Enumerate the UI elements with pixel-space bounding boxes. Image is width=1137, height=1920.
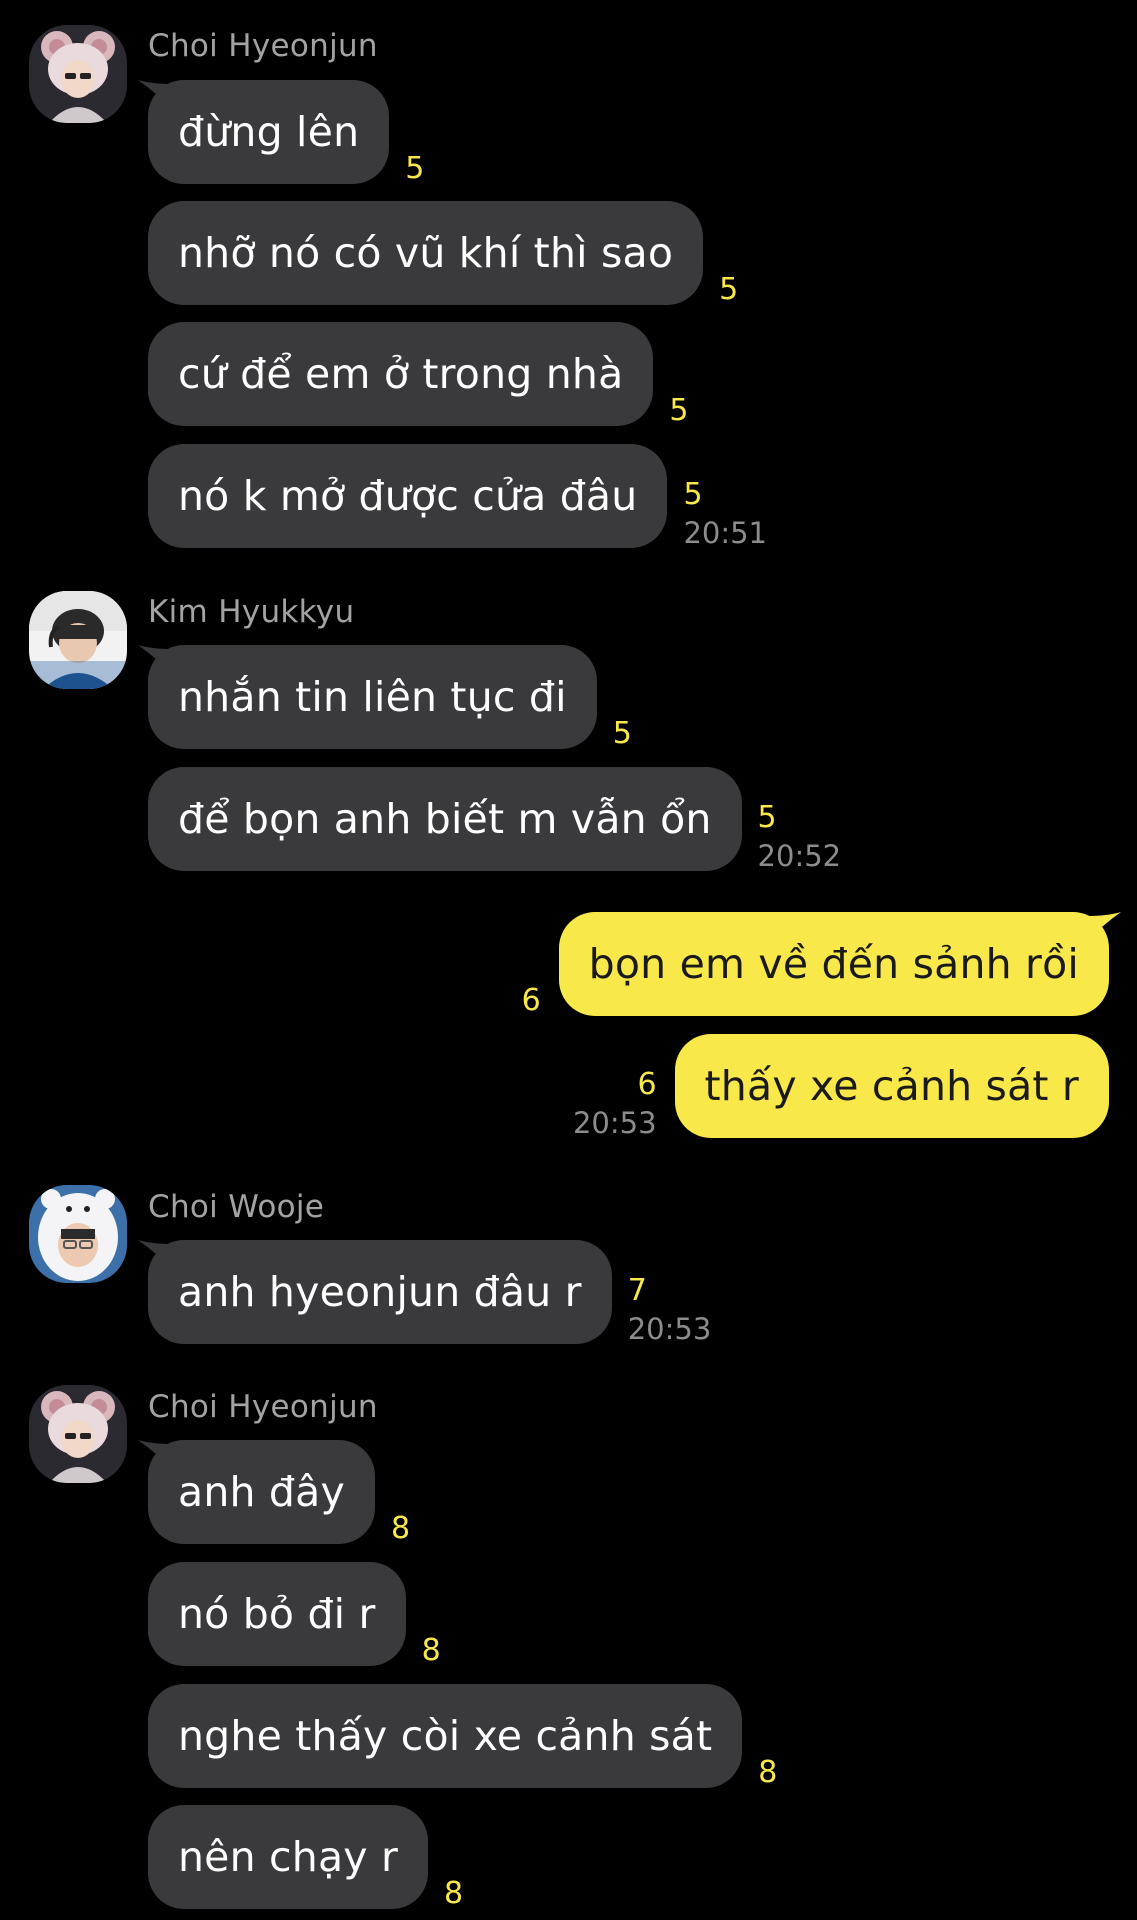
message-bubble[interactable]: nó k mở được cửa đâu <box>148 444 668 548</box>
bubble-tail-icon <box>138 645 172 675</box>
avatar-choi-wooje-icon[interactable] <box>29 1185 127 1283</box>
message-bubble[interactable]: anh hyeonjun đâu r <box>138 1240 612 1344</box>
message-bubble[interactable]: cứ để em ở trong nhà <box>148 322 654 426</box>
message-text: anh đây <box>178 1468 345 1516</box>
unread-count: 8 <box>421 1633 441 1668</box>
message-text: bọn em về đến sảnh rồi <box>588 940 1079 988</box>
bubble-tail-icon <box>138 1440 172 1470</box>
message-row: nên chạy r 8 <box>148 1805 463 1911</box>
bubble-tail-icon <box>1087 912 1121 942</box>
unread-count: 6 <box>521 983 541 1018</box>
message-text: anh hyeonjun đâu r <box>178 1268 582 1316</box>
message-row: bọn em về đến sảnh rồi 6 <box>522 912 1121 1018</box>
sender-name: Choi Hyeonjun <box>148 28 378 64</box>
avatar-choi-hyeonjun-icon[interactable] <box>29 1385 127 1483</box>
message-row: nghe thấy còi xe cảnh sát 8 <box>148 1684 777 1790</box>
message-bubble[interactable]: đừng lên <box>138 80 390 184</box>
message-text: nó bỏ đi r <box>178 1590 376 1638</box>
message-bubble[interactable]: nhỡ nó có vũ khí thì sao <box>148 201 704 305</box>
message-bubble[interactable]: nghe thấy còi xe cảnh sát <box>148 1684 743 1788</box>
message-meta: 5 <box>613 717 632 751</box>
message-timestamp: 20:52 <box>757 839 842 873</box>
message-row: anh hyeonjun đâu r 7 20:53 <box>138 1240 712 1347</box>
message-row: nó k mở được cửa đâu 5 20:51 <box>148 444 768 551</box>
message-bubble[interactable]: nên chạy r <box>148 1805 429 1909</box>
message-bubble[interactable]: để bọn anh biết m vẫn ổn <box>148 767 742 871</box>
message-meta: 8 <box>758 1756 777 1790</box>
bubble-tail-icon <box>138 1240 172 1270</box>
message-bubble[interactable]: thấy xe cảnh sát r <box>674 1034 1109 1138</box>
message-text: nhỡ nó có vũ khí thì sao <box>178 229 674 277</box>
message-text: nghe thấy còi xe cảnh sát <box>178 1712 713 1760</box>
unread-count: 5 <box>405 151 425 186</box>
avatar-choi-hyeonjun-icon[interactable] <box>29 25 127 123</box>
message-row: anh đây 8 <box>138 1440 410 1546</box>
sender-name: Choi Wooje <box>148 1189 325 1225</box>
message-meta: 8 <box>391 1512 410 1546</box>
unread-count: 8 <box>758 1755 778 1790</box>
message-row: đừng lên 5 <box>138 80 424 186</box>
message-timestamp: 20:51 <box>683 516 768 550</box>
message-meta: 6 20:53 <box>572 1067 657 1141</box>
unread-count: 5 <box>612 716 632 751</box>
message-meta: 5 20:52 <box>757 800 842 874</box>
bubble-tail-icon <box>138 80 172 110</box>
unread-count: 5 <box>757 800 777 835</box>
message-meta: 8 <box>422 1634 441 1668</box>
unread-count: 8 <box>390 1511 411 1546</box>
message-text: để bọn anh biết m vẫn ổn <box>178 795 712 843</box>
message-meta: 5 20:51 <box>683 477 768 551</box>
sender-name: Kim Hyukkyu <box>148 594 355 630</box>
message-meta: 5 <box>719 273 738 307</box>
unread-count: 5 <box>683 477 703 512</box>
message-text: cứ để em ở trong nhà <box>178 350 624 398</box>
message-row: nó bỏ đi r 8 <box>148 1562 441 1668</box>
message-timestamp: 20:53 <box>572 1106 657 1140</box>
unread-count: 5 <box>669 393 689 428</box>
message-bubble[interactable]: anh đây <box>138 1440 375 1544</box>
message-row: cứ để em ở trong nhà 5 <box>148 322 689 428</box>
message-timestamp: 20:53 <box>627 1312 712 1346</box>
message-meta: 8 <box>444 1877 463 1911</box>
unread-count: 6 <box>637 1067 657 1102</box>
message-meta: 5 <box>669 394 688 428</box>
message-text: đừng lên <box>178 108 360 156</box>
message-meta: 7 20:53 <box>627 1273 712 1347</box>
message-bubble[interactable]: nó bỏ đi r <box>148 1562 406 1666</box>
message-row: để bọn anh biết m vẫn ổn 5 20:52 <box>148 767 842 874</box>
message-text: nên chạy r <box>178 1833 399 1881</box>
message-text: nhắn tin liên tục đi <box>178 673 567 721</box>
chat-message-list[interactable]: Choi Hyeonjun đừng lên 5 nhỡ nó có vũ kh… <box>0 0 1137 1920</box>
message-meta: 6 <box>522 984 541 1018</box>
unread-count: 7 <box>627 1273 647 1308</box>
avatar-kim-hyukkyu-icon[interactable] <box>29 591 127 689</box>
message-meta: 5 <box>405 152 424 186</box>
message-row: thấy xe cảnh sát r 6 20:53 <box>572 1034 1109 1141</box>
unread-count: 5 <box>719 272 739 307</box>
unread-count: 8 <box>444 1876 464 1911</box>
message-row: nhỡ nó có vũ khí thì sao 5 <box>148 201 738 307</box>
message-text: thấy xe cảnh sát r <box>704 1062 1079 1110</box>
message-bubble[interactable]: bọn em về đến sảnh rồi <box>558 912 1121 1016</box>
sender-name: Choi Hyeonjun <box>148 1389 378 1425</box>
message-row: nhắn tin liên tục đi 5 <box>138 645 632 751</box>
message-text: nó k mở được cửa đâu <box>178 472 638 520</box>
message-bubble[interactable]: nhắn tin liên tục đi <box>138 645 597 749</box>
